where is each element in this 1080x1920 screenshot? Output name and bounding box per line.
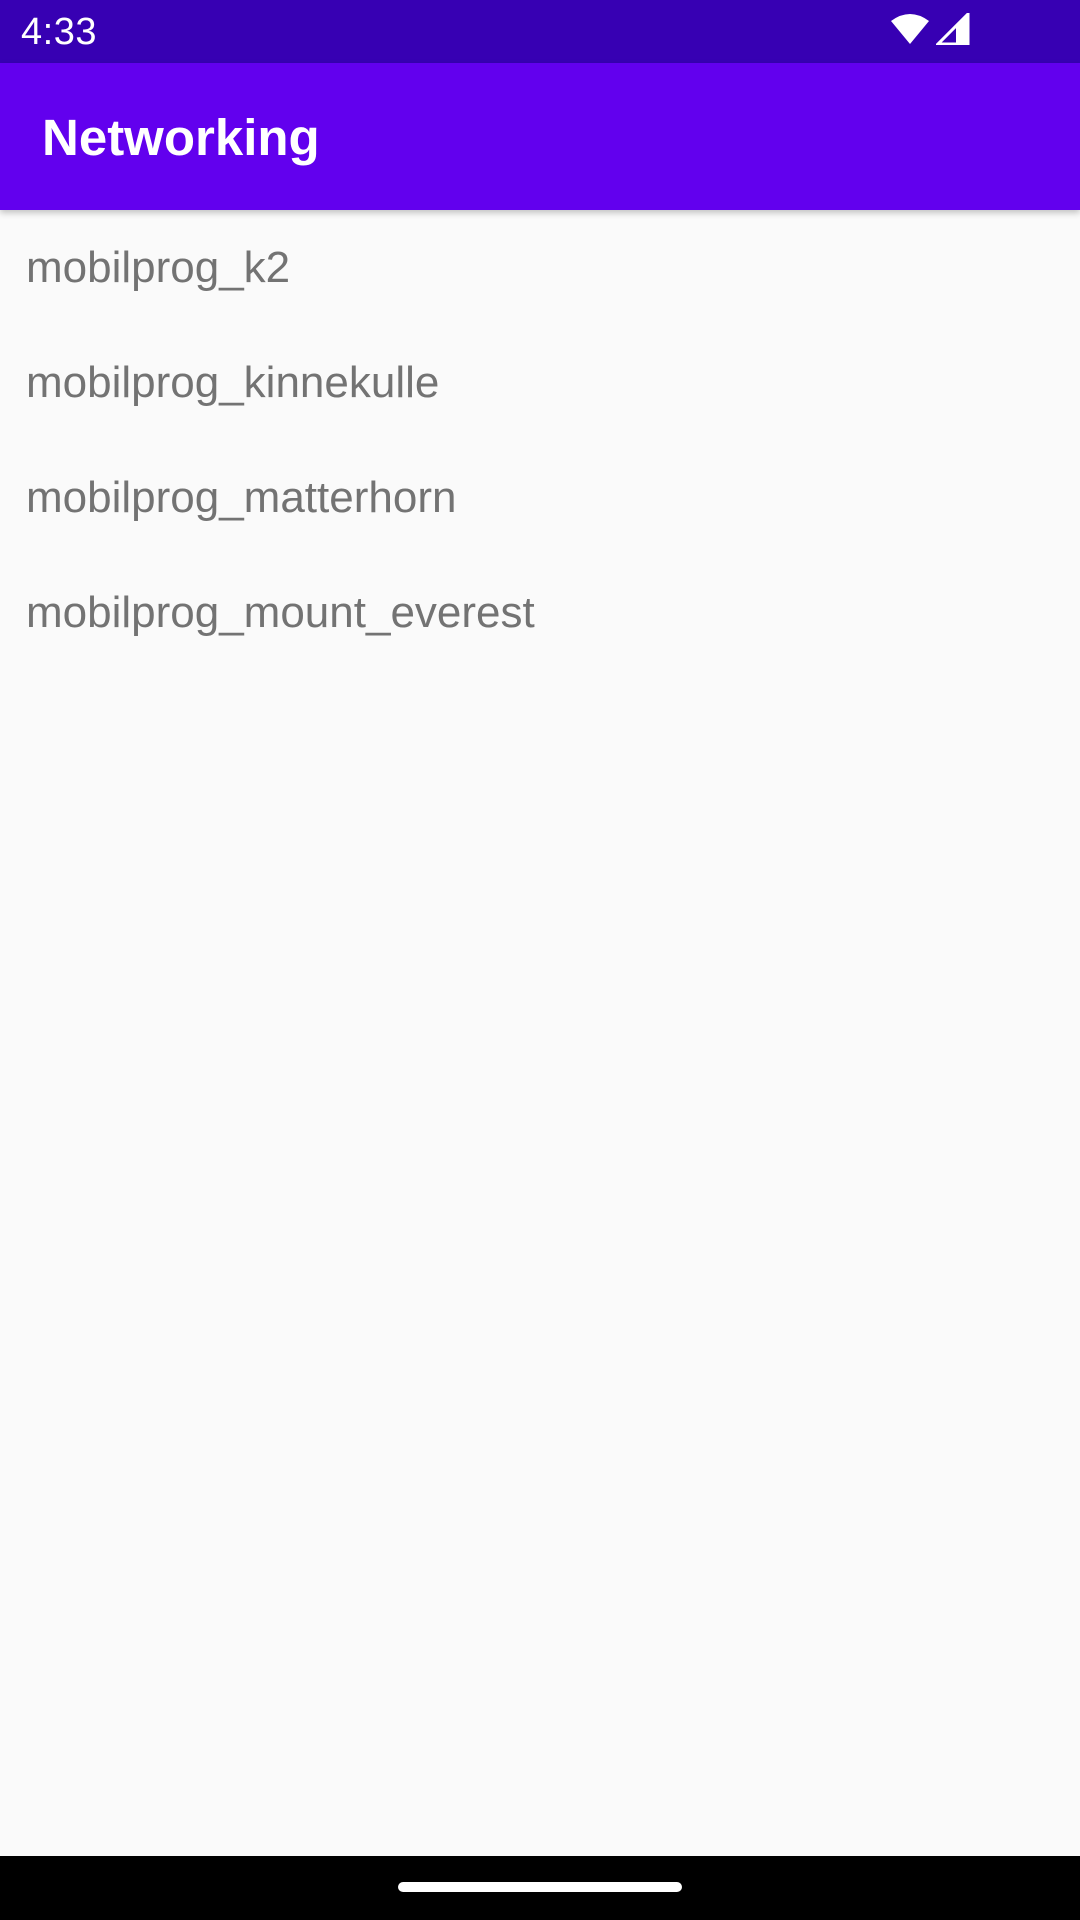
navigation-bar: [0, 1856, 1080, 1920]
home-gesture-handle[interactable]: [398, 1882, 682, 1892]
mountain-list: mobilprog_k2 mobilprog_kinnekulle mobilp…: [0, 210, 1080, 670]
app-title: Networking: [42, 109, 320, 166]
app-bar: Networking: [0, 63, 1080, 210]
status-icons: [890, 9, 970, 50]
list-item[interactable]: mobilprog_matterhorn: [0, 440, 1080, 555]
list-item[interactable]: mobilprog_mount_everest: [0, 555, 1080, 670]
cellular-signal-icon: [934, 9, 970, 50]
status-bar: 4:33: [0, 0, 1080, 63]
status-time: 4:33: [21, 11, 97, 53]
wifi-icon: [890, 13, 930, 50]
content-area: mobilprog_k2 mobilprog_kinnekulle mobilp…: [0, 210, 1080, 1856]
list-item[interactable]: mobilprog_k2: [0, 210, 1080, 325]
list-item[interactable]: mobilprog_kinnekulle: [0, 325, 1080, 440]
